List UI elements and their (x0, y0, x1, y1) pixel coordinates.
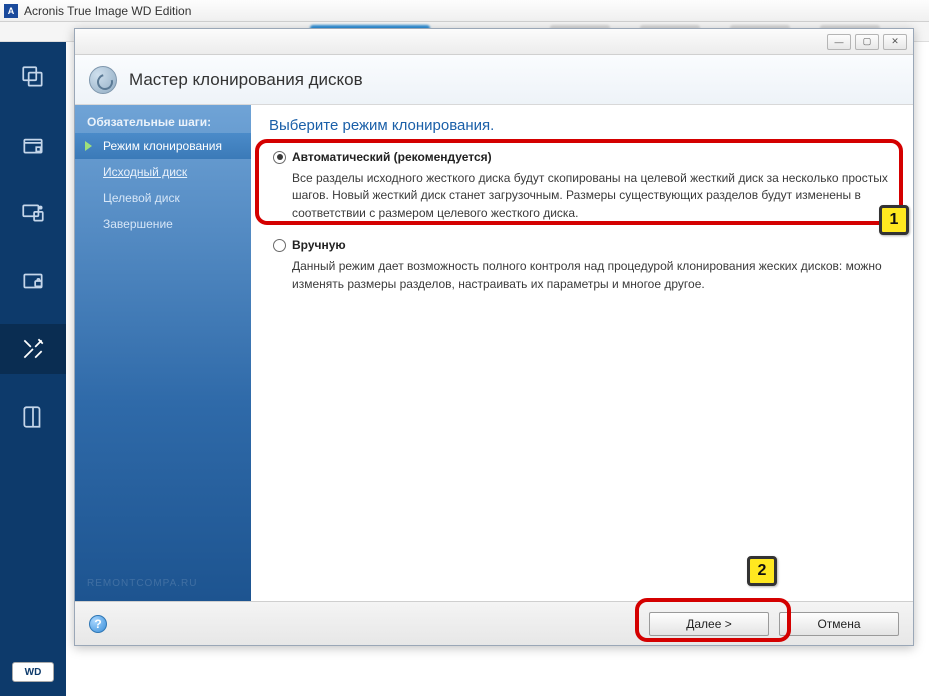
option-automatic-title: Автоматический (рекомендуется) (292, 150, 492, 164)
sync-icon (20, 200, 46, 226)
sidebar-item-backup[interactable] (0, 52, 66, 102)
radio-automatic[interactable] (273, 151, 286, 164)
wizard-header-icon (89, 66, 117, 94)
step-source-disk[interactable]: Исходный диск (75, 159, 251, 185)
backup-icon (20, 64, 46, 90)
close-button[interactable]: ✕ (883, 34, 907, 50)
cancel-button[interactable]: Отмена (779, 612, 899, 636)
option-manual-title: Вручную (292, 238, 346, 252)
option-automatic-desc: Все разделы исходного жесткого диска буд… (292, 170, 891, 222)
content-heading: Выберите режим клонирования. (269, 117, 895, 134)
step-finish: Завершение (75, 211, 251, 237)
step-clone-mode[interactable]: Режим клонирования (75, 133, 251, 159)
wizard-window: — ▢ ✕ Мастер клонирования дисков Обязате… (74, 28, 914, 646)
steps-section-title: Обязательные шаги: (75, 111, 251, 133)
sidebar-item-tools[interactable] (0, 324, 66, 374)
sidebar-item-sync[interactable] (0, 188, 66, 238)
maximize-button[interactable]: ▢ (855, 34, 879, 50)
option-manual-desc: Данный режим дает возможность полного ко… (292, 258, 891, 293)
main-sidebar: WD (0, 42, 66, 696)
app-title: Acronis True Image WD Edition (24, 4, 191, 18)
wizard-content: Выберите режим клонирования. Автоматичес… (251, 105, 913, 601)
watermark: REMONTCOMPA.RU (87, 578, 197, 589)
help-button[interactable]: ? (89, 615, 107, 633)
next-button[interactable]: Далее > (649, 612, 769, 636)
wizard-body: Обязательные шаги: Режим клонирования Ис… (75, 105, 913, 601)
wizard-footer: ? Далее > Отмена 2 (75, 601, 913, 645)
log-icon (20, 404, 46, 430)
sidebar-item-security[interactable] (0, 256, 66, 306)
sidebar-item-archive[interactable] (0, 120, 66, 170)
wizard-steps-panel: Обязательные шаги: Режим клонирования Ис… (75, 105, 251, 601)
sidebar-item-log[interactable] (0, 392, 66, 442)
security-icon (20, 268, 46, 294)
minimize-button[interactable]: — (827, 34, 851, 50)
app-icon: A (4, 4, 18, 18)
app-titlebar: A Acronis True Image WD Edition (0, 0, 929, 22)
wizard-titlebar: — ▢ ✕ (75, 29, 913, 55)
step-target-disk: Целевой диск (75, 185, 251, 211)
archive-icon (20, 132, 46, 158)
wizard-title: Мастер клонирования дисков (129, 70, 363, 90)
wizard-header: Мастер клонирования дисков (75, 55, 913, 105)
tools-icon (20, 336, 46, 362)
wd-badge: WD (12, 662, 54, 682)
radio-manual[interactable] (273, 239, 286, 252)
option-automatic[interactable]: Автоматический (рекомендуется) Все разде… (269, 144, 895, 232)
option-manual[interactable]: Вручную Данный режим дает возможность по… (269, 232, 895, 303)
